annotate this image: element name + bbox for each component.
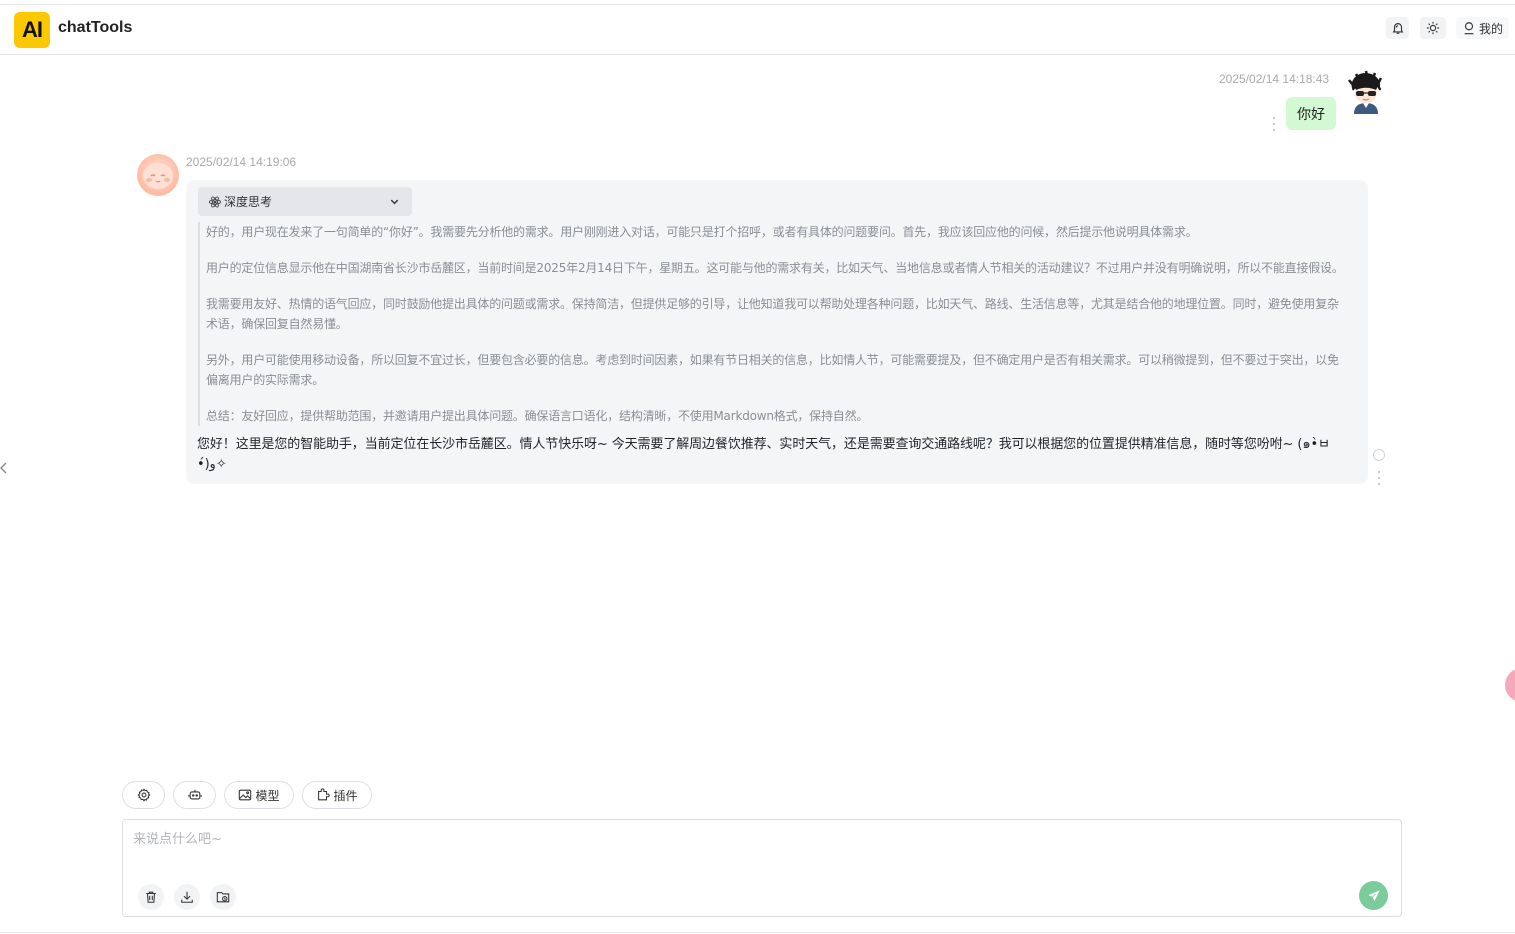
app-header: AI chatTools 我的 bbox=[0, 5, 1515, 55]
chat-input[interactable] bbox=[133, 828, 1388, 868]
sidebar-expand-icon[interactable] bbox=[0, 460, 10, 476]
app-title: chatTools bbox=[58, 19, 133, 36]
floating-assistant-button[interactable] bbox=[1505, 668, 1515, 702]
plugin-button[interactable]: 插件 bbox=[302, 781, 372, 809]
settings-button[interactable] bbox=[122, 781, 165, 809]
assistant-answer-text: 您好！这里是您的智能助手，当前定位在长沙市岳麓区。情人节快乐呀~ 今天需要了解周… bbox=[197, 437, 1330, 472]
download-icon bbox=[181, 891, 193, 903]
assistant-message-more-icon[interactable] bbox=[1376, 471, 1382, 485]
atom-icon bbox=[208, 196, 222, 207]
download-button[interactable] bbox=[174, 884, 200, 910]
sun-icon bbox=[1426, 21, 1440, 35]
user-menu-label: 我的 bbox=[1479, 21, 1504, 36]
thinking-paragraph: 我需要用友好、热情的语气回应，同时鼓励他提出具体的问题或需求。保持简洁，但提供足… bbox=[206, 297, 1339, 331]
deep-thinking-toggle[interactable]: 深度思考 bbox=[198, 187, 412, 216]
thinking-paragraph: 另外，用户可能使用移动设备，所以回复不宜过长，但要包含必要的信息。考虑到时间因素… bbox=[206, 353, 1339, 387]
theme-toggle-button[interactable] bbox=[1420, 17, 1446, 39]
send-icon bbox=[1367, 889, 1380, 901]
trash-icon bbox=[146, 891, 156, 903]
send-button[interactable] bbox=[1359, 881, 1388, 910]
assistant-avatar[interactable] bbox=[137, 154, 179, 196]
robot-icon bbox=[187, 789, 202, 800]
user-menu-button[interactable]: 我的 bbox=[1456, 17, 1509, 39]
user-icon bbox=[1464, 22, 1474, 35]
thinking-paragraph: 好的，用户现在发来了一句简单的“你好”。我需要先分析他的需求。用户刚刚进入对话，… bbox=[206, 225, 1198, 239]
model-button[interactable]: 模型 bbox=[224, 781, 294, 809]
gear-icon bbox=[136, 788, 151, 802]
clear-chat-button[interactable] bbox=[138, 884, 164, 910]
notification-button[interactable] bbox=[1386, 17, 1409, 39]
thinking-paragraph: 总结：友好回应，提供帮助范围，并邀请用户提出具体问题。确保语言口语化，结构清晰，… bbox=[206, 409, 869, 423]
assistant-message-card: 深度思考 好的，用户现在发来了一句简单的“你好”。我需要先分析他的需求。用户刚刚… bbox=[186, 180, 1368, 484]
user-message-text: 你好 bbox=[1297, 106, 1325, 123]
loading-indicator-icon bbox=[1373, 449, 1385, 461]
model-button-label: 模型 bbox=[255, 788, 280, 803]
plugin-icon bbox=[318, 788, 331, 801]
assistant-role-button[interactable] bbox=[173, 781, 216, 809]
thinking-paragraph: 用户的定位信息显示他在中国湖南省长沙市岳麓区，当前时间是2025年2月14日下午… bbox=[206, 261, 1344, 275]
deep-thinking-label: 深度思考 bbox=[224, 195, 273, 209]
plugin-button-label: 插件 bbox=[333, 788, 358, 803]
bell-icon bbox=[1392, 23, 1403, 34]
chevron-down-icon bbox=[390, 199, 399, 205]
user-avatar[interactable] bbox=[1346, 70, 1386, 114]
folder-history-icon bbox=[216, 892, 230, 903]
history-button[interactable] bbox=[210, 884, 236, 910]
thinking-content: 好的，用户现在发来了一句简单的“你好”。我需要先分析他的需求。用户刚刚进入对话，… bbox=[198, 222, 1348, 426]
message-timestamp: 2025/02/14 14:19:06 bbox=[186, 155, 297, 169]
message-timestamp: 2025/02/14 14:18:43 bbox=[1219, 72, 1330, 86]
image-model-icon bbox=[239, 789, 252, 801]
app-logo[interactable]: AI bbox=[14, 12, 50, 48]
chat-input-box bbox=[122, 819, 1402, 917]
bottom-border bbox=[0, 932, 1515, 933]
user-message-more-icon[interactable] bbox=[1271, 117, 1277, 131]
user-message-bubble[interactable]: 你好 bbox=[1286, 97, 1336, 130]
